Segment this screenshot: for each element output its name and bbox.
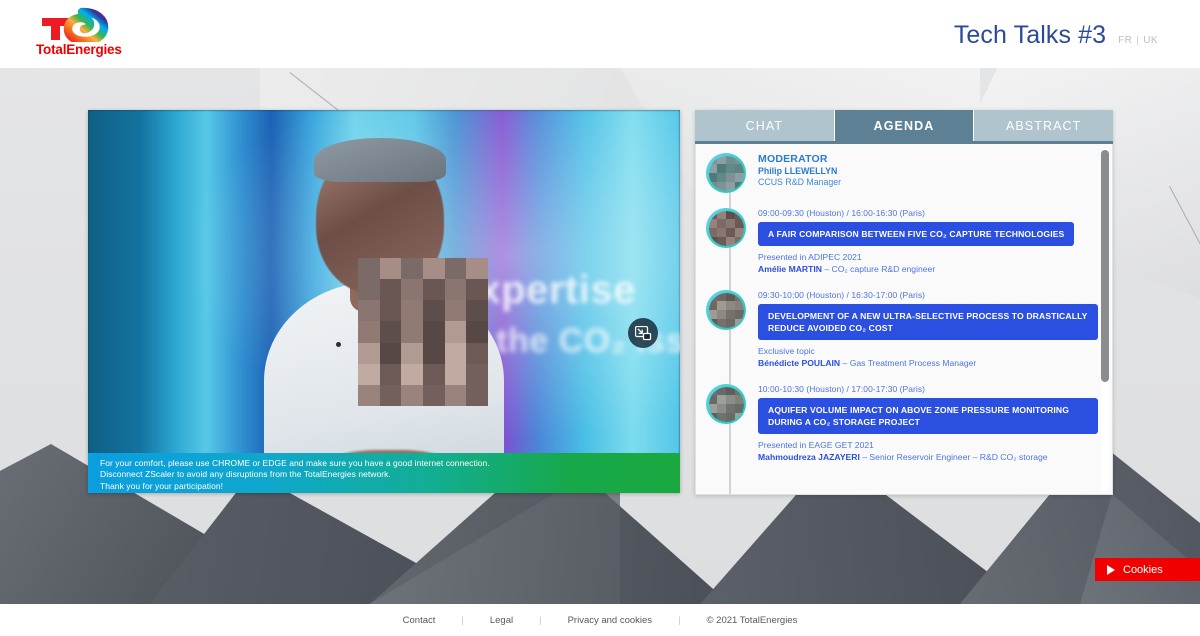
tab-agenda[interactable]: AGENDA [834, 110, 975, 141]
session-speaker-role: – CO₂ capture R&D engineer [821, 264, 936, 274]
lang-option-fr[interactable]: FR [1118, 35, 1132, 46]
session-speaker-role: – Senior Reservoir Engineer – R&D CO₂ st… [859, 452, 1048, 462]
cookies-button-label: Cookies [1123, 563, 1163, 576]
session-context: Presented in EAGE GET 2021 [758, 440, 874, 450]
page-footer: Contact | Legal | Privacy and cookies | … [0, 604, 1200, 636]
agenda-list: MODERATOR Philip LLEWELLYN CCUS R&D Mana… [695, 144, 1113, 495]
language-toggle[interactable]: FR | UK [1118, 35, 1158, 46]
agenda-item-content: 10:00-10:30 (Houston) / 17:00-17:30 (Par… [746, 384, 1098, 463]
session-time: 09:00-09:30 (Houston) / 16:00-16:30 (Par… [758, 208, 926, 218]
footer-copyright: © 2021 TotalEnergies [706, 614, 798, 626]
session-time: 10:00-10:30 (Houston) / 17:00-17:30 (Par… [758, 384, 926, 394]
browser-notice-banner: For your comfort, please use CHROME or E… [88, 453, 680, 493]
notice-line-2: Disconnect ZScaler to avoid any disrupti… [100, 469, 391, 480]
speaker-hair [314, 138, 446, 182]
session-time: 09:30-10:00 (Houston) / 16:30-17:00 (Par… [758, 290, 926, 300]
side-panel: CHAT AGENDA ABSTRACT MODERATOR Philip LL… [695, 110, 1114, 495]
lang-option-uk[interactable]: UK [1143, 35, 1158, 46]
session-speaker-line: Bénédicte POULAIN – Gas Treatment Proces… [758, 357, 1098, 369]
avatar-pixelation [708, 155, 744, 191]
session-meta: Presented in ADIPEC 2021 Amélie MARTIN –… [758, 251, 1098, 275]
session-title-button[interactable]: AQUIFER VOLUME IMPACT ON ABOVE ZONE PRES… [758, 398, 1098, 434]
avatar-image [708, 292, 744, 328]
face-pixelation-overlay [358, 258, 488, 406]
session-speaker-line: Mahmoudreza JAZAYERI – Senior Reservoir … [758, 451, 1098, 463]
lang-separator: | [1136, 35, 1140, 46]
avatar [706, 208, 746, 248]
session-speaker-name: Mahmoudreza JAZAYERI [758, 452, 860, 462]
session-context: Presented in ADIPEC 2021 [758, 252, 862, 262]
avatar-image [708, 155, 744, 191]
panel-tabs: CHAT AGENDA ABSTRACT [695, 110, 1114, 141]
moderator-info: MODERATOR Philip LLEWELLYN CCUS R&D Mana… [746, 153, 1098, 193]
notice-line-1: For your comfort, please use CHROME or E… [100, 458, 490, 468]
totalenergies-logo-icon [42, 7, 109, 42]
picture-in-picture-icon[interactable] [628, 318, 658, 348]
agenda-item-content: 09:30-10:00 (Houston) / 16:30-17:00 (Par… [746, 290, 1098, 369]
avatar-pixelation [708, 386, 744, 422]
session-speaker-name: Amélie MARTIN [758, 264, 822, 274]
video-player[interactable]: r expertise ckle the CO₂ issue [88, 110, 680, 493]
notice-line-3: Thank you for your participation! [100, 480, 224, 491]
footer-link-contact[interactable]: Contact [377, 615, 462, 626]
avatar-pixelation [708, 210, 744, 246]
session-meta: Presented in EAGE GET 2021 Mahmoudreza J… [758, 439, 1098, 463]
moderator-name: Philip LLEWELLYN [758, 166, 838, 176]
footer-link-privacy[interactable]: Privacy and cookies [542, 615, 678, 626]
tab-abstract[interactable]: ABSTRACT [974, 110, 1114, 141]
agenda-item: 10:00-10:30 (Houston) / 17:00-17:30 (Par… [696, 375, 1112, 469]
avatar-pixelation [708, 292, 744, 328]
agenda-scrollbar-thumb[interactable] [1101, 150, 1109, 382]
avatar-image [708, 386, 744, 422]
avatar [706, 153, 746, 193]
play-triangle-icon [1107, 564, 1115, 575]
header-right-group: Tech Talks #3 FR | UK [954, 21, 1158, 50]
session-meta: Exclusive topic Bénédicte POULAIN – Gas … [758, 345, 1098, 369]
avatar [706, 290, 746, 330]
agenda-item: 09:00-09:30 (Houston) / 16:00-16:30 (Par… [696, 199, 1112, 281]
avatar-image [708, 210, 744, 246]
session-title-button[interactable]: DEVELOPMENT OF A NEW ULTRA-SELECTIVE PRO… [758, 304, 1098, 340]
session-context: Exclusive topic [758, 346, 815, 356]
tab-chat[interactable]: CHAT [695, 110, 835, 141]
speaker-lapel-mic [336, 342, 341, 347]
session-speaker-line: Amélie MARTIN – CO₂ capture R&D engineer [758, 263, 1098, 275]
brand-logo-wordmark: TotalEnergies [36, 42, 122, 57]
moderator-title: CCUS R&D Manager [758, 177, 842, 187]
avatar [706, 384, 746, 424]
brand-logo[interactable]: TotalEnergies [36, 6, 156, 62]
cookies-button[interactable]: Cookies [1095, 558, 1200, 581]
session-speaker-role: – Gas Treatment Process Manager [840, 358, 977, 368]
agenda-item: 09:30-10:00 (Houston) / 16:30-17:00 (Par… [696, 281, 1112, 375]
moderator-row: MODERATOR Philip LLEWELLYN CCUS R&D Mana… [696, 144, 1112, 199]
moderator-role-label: MODERATOR [758, 153, 828, 165]
session-speaker-name: Bénédicte POULAIN [758, 358, 841, 368]
session-title-button[interactable]: A FAIR COMPARISON BETWEEN FIVE CO₂ CAPTU… [758, 222, 1075, 246]
agenda-item-content: 09:00-09:30 (Houston) / 16:00-16:30 (Par… [746, 208, 1098, 275]
footer-link-legal[interactable]: Legal [464, 615, 539, 626]
page-header: TotalEnergies Tech Talks #3 FR | UK [0, 0, 1200, 68]
page-title: Tech Talks #3 [953, 21, 1107, 49]
